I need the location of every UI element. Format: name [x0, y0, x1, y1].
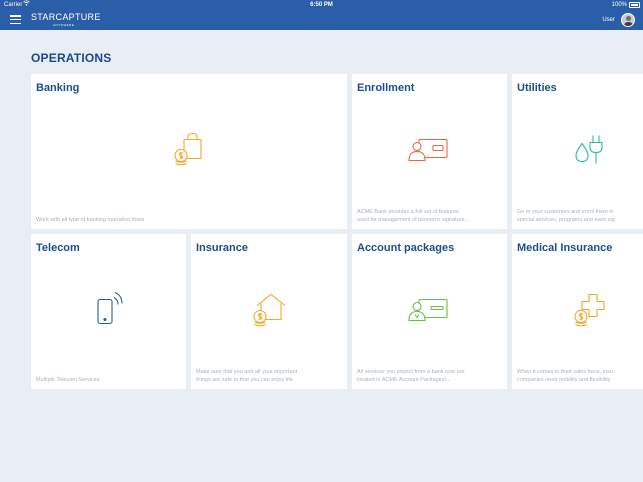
- logo-tagline: ANYWHERE: [53, 23, 75, 27]
- card-title: Insurance: [196, 242, 248, 254]
- app-header: Carrier 6:50 PM 100% STARCAPTURE ANYWHER…: [0, 0, 643, 30]
- card-description: All services you expect from a bank now …: [357, 369, 465, 384]
- card-title: Medical Insurance: [517, 242, 613, 254]
- card-description-line: Go to your customers and enrol them in: [517, 209, 614, 215]
- utilities-water-plug-icon: [572, 131, 608, 172]
- card-description: Work with all type of banking operation …: [36, 217, 144, 225]
- app-logo: STARCAPTURE ANYWHERE: [31, 12, 101, 27]
- logo-name: STARCAPTURE: [31, 12, 101, 22]
- insurance-house-coins-icon: [249, 289, 289, 334]
- card-banking[interactable]: Banking Work with all type of banking op…: [31, 74, 347, 229]
- card-description-line: companies need mobility and flexibility: [517, 376, 611, 383]
- battery-percentage: 100%: [611, 2, 627, 8]
- status-time: 6:50 PM: [310, 2, 333, 8]
- user-menu[interactable]: User: [602, 13, 635, 27]
- status-bar: Carrier 6:50 PM 100%: [0, 0, 643, 10]
- card-description-line: ACME Bank provides a full set of feature…: [357, 209, 459, 215]
- card-description-line: located in ACME Account Packages!...: [357, 376, 451, 383]
- card-telecom[interactable]: Telecom Multiple Telecom Services: [31, 234, 186, 389]
- enrollment-id-card-icon: [407, 134, 453, 169]
- card-description-line: When it comes to their sales force, insu: [517, 369, 613, 375]
- battery-icon: [629, 2, 640, 8]
- card-title: Telecom: [36, 242, 80, 254]
- card-insurance[interactable]: Insurance Make sure that you and all you…: [191, 234, 347, 389]
- card-description: Multiple Telecom Services: [36, 377, 99, 385]
- card-description: Go to your customers and enrol them in s…: [517, 209, 615, 224]
- card-description: Make sure that you and all your importan…: [196, 369, 297, 384]
- card-description: When it comes to their sales force, insu…: [517, 369, 613, 384]
- card-description-line: used for management of biometric signatu…: [357, 216, 470, 223]
- card-title: Banking: [36, 82, 80, 94]
- card-title: Account packages: [357, 242, 455, 254]
- card-description-line: Make sure that you and all your importan…: [196, 369, 298, 375]
- card-description-line: Multiple Telecom Services: [36, 376, 100, 383]
- account-packages-card-icon: [407, 294, 453, 329]
- card-medical-insurance[interactable]: Medical Insurance When it comes to their…: [512, 234, 643, 389]
- card-description: ACME Bank provides a full set of feature…: [357, 209, 469, 224]
- page-title: OPERATIONS: [31, 51, 112, 65]
- card-utilities[interactable]: Utilities Go to your customers and enrol…: [512, 74, 643, 229]
- card-account-packages[interactable]: Account packages All services you expect…: [352, 234, 507, 389]
- user-label: User: [602, 17, 615, 23]
- medical-cross-coins-icon: [570, 289, 610, 334]
- card-description-line: special services, programs and even sig: [517, 216, 615, 223]
- card-description-line: All services you expect from a bank now …: [357, 369, 465, 375]
- hamburger-menu-icon[interactable]: [10, 15, 21, 24]
- card-description-line: Work with all type of banking operation …: [36, 216, 145, 223]
- card-enrollment[interactable]: Enrollment ACME Bank provides a full set…: [352, 74, 507, 229]
- card-title: Utilities: [517, 82, 557, 94]
- banking-icon: [169, 129, 209, 174]
- card-title: Enrollment: [357, 82, 415, 94]
- card-description-line: things are safe to that you can enjoy li…: [196, 376, 293, 383]
- telecom-phone-icon: [92, 289, 126, 334]
- avatar[interactable]: [621, 13, 635, 27]
